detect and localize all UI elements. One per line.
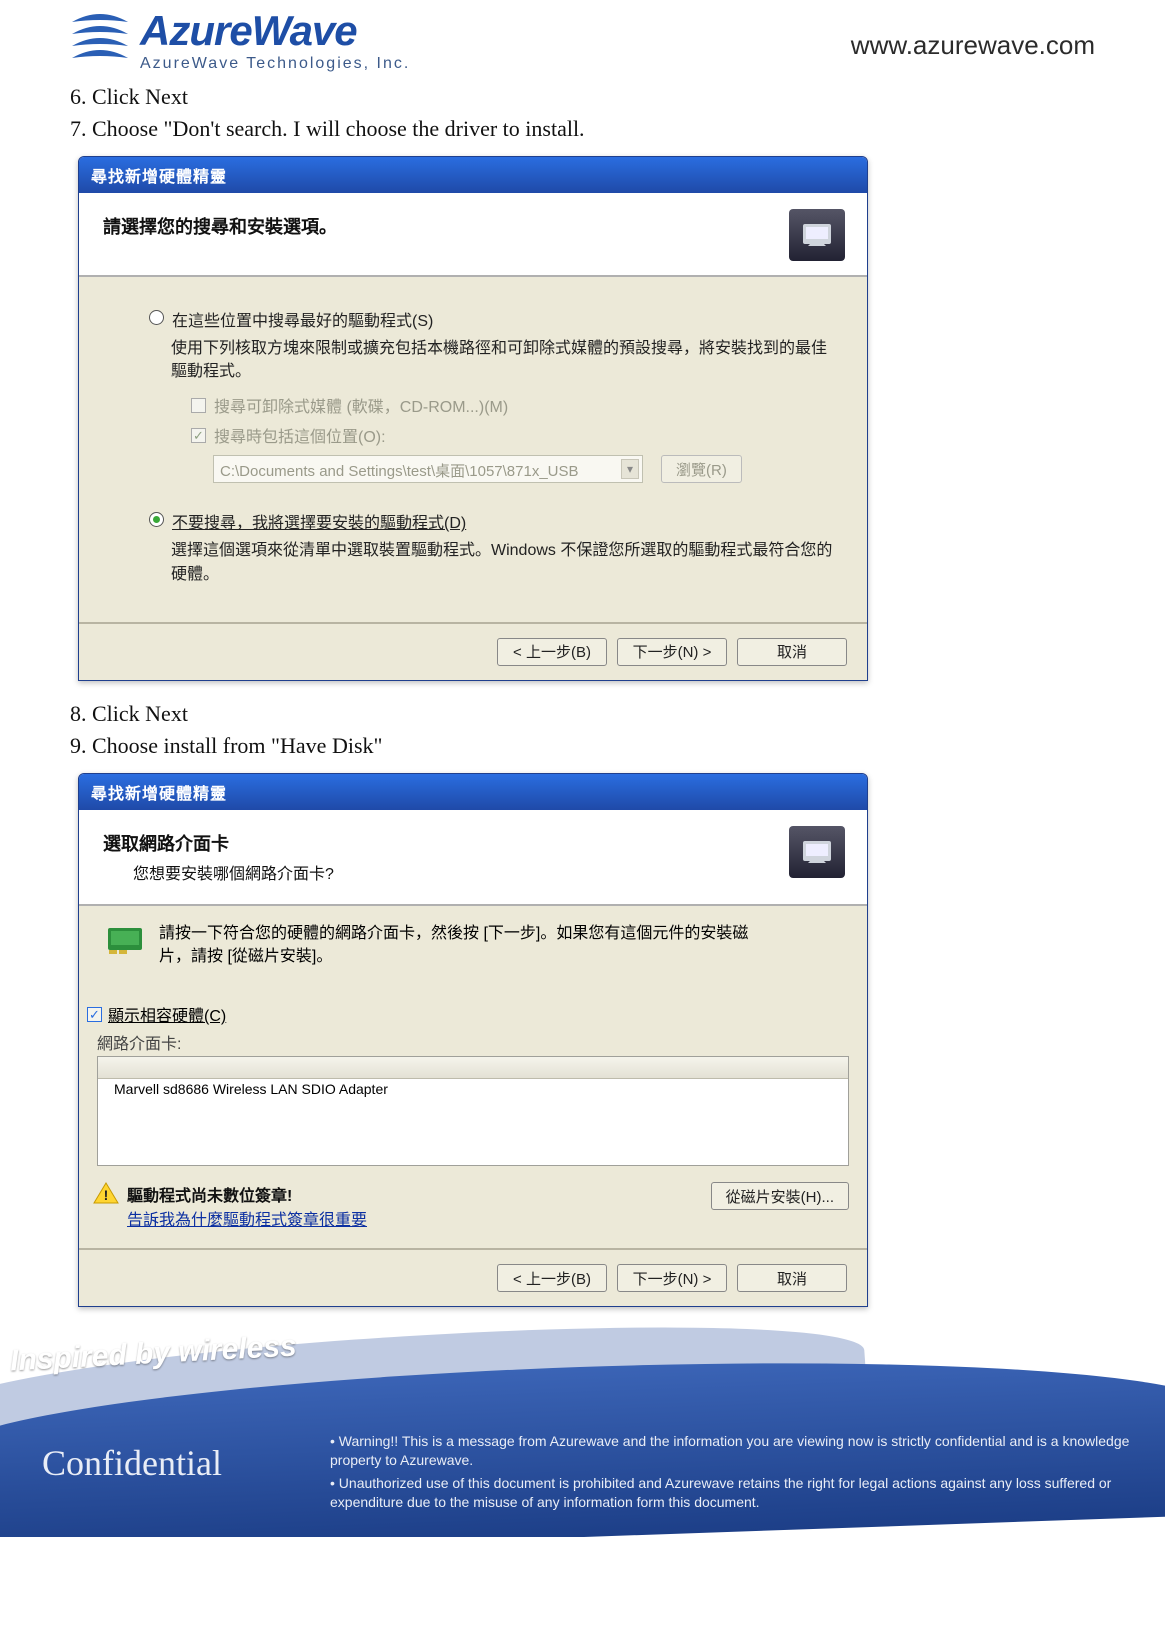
disclaimer-line-2: • Unauthorized use of this document is p… [330, 1474, 1135, 1512]
wizard-dialog-select-adapter: 尋找新增硬體精靈 選取網路介面卡 您想要安裝哪個網路介面卡? 請按一下符合您的硬… [78, 773, 868, 1307]
dialog-heading: 請選擇您的搜尋和安裝選項。 [103, 213, 777, 239]
step-9: 9. Choose install from "Have Disk" [70, 733, 1095, 759]
browse-button[interactable]: 瀏覽(R) [661, 455, 742, 483]
svg-text:!: ! [104, 1187, 109, 1203]
warning-icon: ! [93, 1182, 119, 1204]
logo: AzureWave AzureWave Technologies, Inc. [70, 10, 410, 72]
checkbox-show-compatible[interactable]: 顯示相容硬體(C) [87, 1002, 867, 1026]
radio-label: 在這些位置中搜尋最好的驅動程式(S) [172, 307, 433, 331]
back-button[interactable]: < 上一步(B) [497, 1264, 607, 1292]
warning-link[interactable]: 告訴我為什麼驅動程式簽章很重要 [127, 1206, 367, 1230]
dialog-title: 尋找新增硬體精靈 [79, 157, 867, 193]
wizard-dialog-search-options: 尋找新增硬體精靈 請選擇您的搜尋和安裝選項。 在這些位置中搜尋最好的驅動程式(S… [78, 156, 868, 681]
dialog-title: 尋找新增硬體精靈 [79, 774, 867, 810]
step-8: 8. Click Next [70, 701, 1095, 727]
warning-title: 驅動程式尚未數位簽章! [127, 1182, 367, 1206]
instruction-text: 請按一下符合您的硬體的網路介面卡，然後按 [下一步]。如果您有這個元件的安裝磁片… [159, 922, 777, 968]
dialog-heading: 選取網路介面卡 [103, 830, 777, 856]
cancel-button[interactable]: 取消 [737, 1264, 847, 1292]
checkbox-label: 搜尋時包括這個位置(O): [214, 423, 386, 447]
radio-dont-search[interactable]: 不要搜尋，我將選擇要安裝的驅動程式(D) [149, 509, 837, 533]
checkbox-label: 顯示相容硬體(C) [108, 1002, 226, 1026]
next-button[interactable]: 下一步(N) > [617, 1264, 727, 1292]
checkbox-label: 搜尋可卸除式媒體 (軟碟，CD-ROM...)(M) [214, 393, 508, 417]
checkbox-icon [191, 428, 206, 443]
radio-label: 不要搜尋，我將選擇要安裝的驅動程式(D) [172, 509, 466, 533]
list-item[interactable]: Marvell sd8686 Wireless LAN SDIO Adapter [98, 1079, 848, 1099]
have-disk-button[interactable]: 從磁片安裝(H)... [711, 1182, 849, 1210]
footer-disclaimer: • Warning!! This is a message from Azure… [330, 1432, 1135, 1516]
footer-confidential: Confidential [42, 1442, 222, 1484]
list-label: 網路介面卡: [97, 1030, 867, 1054]
page-header: AzureWave AzureWave Technologies, Inc. w… [70, 10, 1095, 72]
step-7: 7. Choose "Don't search. I will choose t… [70, 116, 1095, 142]
wizard-device-icon [789, 826, 845, 878]
radio-search-locations[interactable]: 在這些位置中搜尋最好的驅動程式(S) [149, 307, 837, 331]
step-6: 6. Click Next [70, 84, 1095, 110]
radio2-description: 選擇這個選項來從清單中選取裝置驅動程式。Windows 不保證您所選取的驅動程式… [171, 539, 837, 585]
dialog-subheading: 您想要安裝哪個網路介面卡? [133, 860, 777, 884]
checkbox-icon [87, 1007, 102, 1022]
next-button[interactable]: 下一步(N) > [617, 638, 727, 666]
location-path-combo[interactable]: C:\Documents and Settings\test\桌面\1057\8… [213, 455, 643, 483]
list-header [98, 1057, 848, 1079]
combo-value: C:\Documents and Settings\test\桌面\1057\8… [220, 463, 579, 480]
checkbox-include-location[interactable]: 搜尋時包括這個位置(O): [191, 423, 837, 447]
logo-mark-icon [70, 10, 130, 65]
back-button[interactable]: < 上一步(B) [497, 638, 607, 666]
checkbox-icon [191, 398, 206, 413]
wizard-device-icon [789, 209, 845, 261]
page-footer-band: Inspired by wireless Confidential • Warn… [0, 1327, 1165, 1537]
chevron-down-icon [621, 459, 639, 479]
site-url: www.azurewave.com [851, 30, 1095, 61]
adapter-listbox[interactable]: Marvell sd8686 Wireless LAN SDIO Adapter [97, 1056, 849, 1166]
radio-icon [149, 512, 164, 527]
checkbox-removable-media[interactable]: 搜尋可卸除式媒體 (軟碟，CD-ROM...)(M) [191, 393, 837, 417]
logo-subtitle: AzureWave Technologies, Inc. [140, 56, 410, 72]
disclaimer-line-1: • Warning!! This is a message from Azure… [330, 1432, 1135, 1470]
radio-icon [149, 310, 164, 325]
cancel-button[interactable]: 取消 [737, 638, 847, 666]
logo-title: AzureWave [140, 10, 410, 52]
radio1-description: 使用下列核取方塊來限制或擴充包括本機路徑和可卸除式媒體的預設搜尋，將安裝找到的最… [171, 337, 837, 383]
network-card-icon [105, 922, 149, 958]
